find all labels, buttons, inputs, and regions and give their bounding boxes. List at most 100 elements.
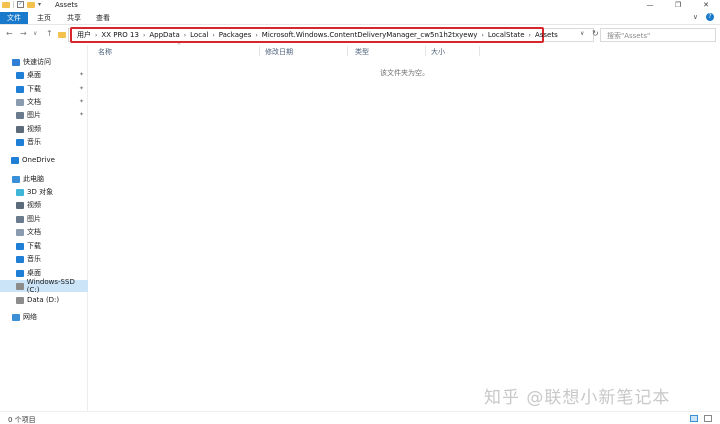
chevron-down-icon[interactable]: ∨ xyxy=(693,13,698,21)
search-box[interactable]: 搜索"Assets" xyxy=(600,28,716,42)
sidebar-item[interactable]: 视频 xyxy=(0,123,88,135)
computer-icon xyxy=(12,175,20,183)
breadcrumb-package[interactable]: Microsoft.Windows.ContentDeliveryManager… xyxy=(262,31,478,39)
breadcrumb-user-folder[interactable]: XX PRO 13 xyxy=(101,31,139,39)
refresh-icon[interactable]: ↻ xyxy=(592,29,599,38)
sidebar-item-label: 网络 xyxy=(23,313,37,321)
video-icon xyxy=(16,125,24,133)
details-view-icon[interactable] xyxy=(690,415,698,422)
search-input[interactable]: 搜索"Assets" xyxy=(607,31,650,41)
music-icon xyxy=(16,138,24,146)
close-button[interactable]: ✕ xyxy=(692,0,720,11)
sidebar-item[interactable]: 桌面 ✦ xyxy=(0,69,88,81)
download-icon xyxy=(16,242,24,250)
sidebar-item[interactable]: 此电脑 xyxy=(0,173,88,185)
music-icon xyxy=(16,255,24,263)
sidebar-item[interactable]: 图片 ✦ xyxy=(0,109,88,121)
breadcrumb-separator[interactable]: › xyxy=(184,32,186,39)
sidebar-item[interactable]: 文档 xyxy=(0,226,88,238)
sidebar-item-label: 快速访问 xyxy=(23,58,51,66)
sidebar-item-label: 桌面 xyxy=(27,71,41,79)
new-folder-icon[interactable] xyxy=(27,1,35,8)
breadcrumb-packages[interactable]: Packages xyxy=(219,31,252,39)
picture-icon xyxy=(16,111,24,119)
column-divider[interactable] xyxy=(425,46,426,56)
sidebar-item[interactable]: Windows-SSD (C:) xyxy=(0,278,88,294)
breadcrumb-separator[interactable]: › xyxy=(481,32,483,39)
large-icons-view-icon[interactable] xyxy=(704,415,712,422)
sidebar-item-label: 文档 xyxy=(27,98,41,106)
address-dropdown-icon[interactable]: ∨ xyxy=(580,30,584,37)
sidebar-item-label: 此电脑 xyxy=(23,175,44,183)
breadcrumb-users[interactable]: 用户 xyxy=(77,30,91,40)
sidebar-item[interactable]: 快速访问 xyxy=(0,56,88,68)
file-list: ^ 名称 修改日期 类型 大小 该文件夹为空。 xyxy=(89,43,720,411)
desktop-icon xyxy=(16,71,24,79)
breadcrumb-separator[interactable]: › xyxy=(529,32,531,39)
sidebar-item-label: 音乐 xyxy=(27,138,41,146)
picture-icon xyxy=(16,215,24,223)
ribbon-controls: ∨ ? xyxy=(693,13,714,21)
tab-share[interactable]: 共享 xyxy=(60,12,88,24)
breadcrumb-separator[interactable]: › xyxy=(255,32,257,39)
pin-icon[interactable]: ✦ xyxy=(79,85,84,92)
document-icon xyxy=(16,228,24,236)
sidebar-item-label: Data (D:) xyxy=(27,296,60,304)
sidebar-item[interactable]: 网络 xyxy=(0,311,88,323)
sidebar-item[interactable]: 视频 xyxy=(0,199,88,211)
item-count: 0 个项目 xyxy=(8,416,36,424)
divider xyxy=(13,1,14,8)
sidebar-item-label: 视频 xyxy=(27,125,41,133)
video-icon xyxy=(16,201,24,209)
star-icon xyxy=(12,58,20,66)
column-size[interactable]: 大小 xyxy=(431,47,445,57)
column-name[interactable]: 名称 xyxy=(98,47,112,57)
sidebar-item[interactable]: 音乐 xyxy=(0,253,88,265)
breadcrumb-separator[interactable]: › xyxy=(143,32,145,39)
forward-arrow-icon[interactable]: → xyxy=(20,29,27,38)
sidebar-item-label: 文档 xyxy=(27,228,41,236)
status-bar: 0 个项目 xyxy=(0,411,720,424)
column-divider[interactable] xyxy=(347,46,348,56)
sidebar-item[interactable]: 下载 xyxy=(0,240,88,252)
drive-icon xyxy=(16,282,24,290)
breadcrumb-assets[interactable]: Assets xyxy=(535,31,558,39)
column-divider[interactable] xyxy=(479,46,480,56)
breadcrumb-appdata[interactable]: AppData xyxy=(149,31,179,39)
pin-icon[interactable]: ✦ xyxy=(79,71,84,78)
download-icon xyxy=(16,85,24,93)
cloud-icon xyxy=(11,156,19,164)
column-divider[interactable] xyxy=(259,46,260,56)
restore-button[interactable]: ❐ xyxy=(664,0,692,11)
minimize-button[interactable]: — xyxy=(636,0,664,11)
up-arrow-icon[interactable]: ↑ xyxy=(46,29,53,38)
tab-view[interactable]: 查看 xyxy=(89,12,117,24)
tab-file[interactable]: 文件 xyxy=(0,12,28,24)
sidebar-item[interactable]: Data (D:) xyxy=(0,294,88,306)
sidebar-item[interactable]: 下载 ✦ xyxy=(0,83,88,95)
customize-dropdown-icon[interactable]: ▾ xyxy=(38,1,41,8)
breadcrumb-localstate[interactable]: LocalState xyxy=(488,31,525,39)
column-date-modified[interactable]: 修改日期 xyxy=(265,47,293,57)
recent-locations-icon[interactable]: ∨ xyxy=(33,30,37,37)
sidebar-item-label: 下载 xyxy=(27,242,41,250)
title-bar: ✓ ▾ Assets — ❐ ✕ xyxy=(0,0,720,11)
sidebar-item[interactable]: 图片 xyxy=(0,213,88,225)
pin-icon[interactable]: ✦ xyxy=(79,111,84,118)
breadcrumb-local[interactable]: Local xyxy=(190,31,208,39)
sidebar-item-label: 图片 xyxy=(27,111,41,119)
back-arrow-icon[interactable]: ← xyxy=(6,29,13,38)
sidebar-item-label: Windows-SSD (C:) xyxy=(26,278,75,294)
column-type[interactable]: 类型 xyxy=(355,47,369,57)
pin-icon[interactable]: ✦ xyxy=(79,98,84,105)
sidebar-item[interactable]: 音乐 xyxy=(0,136,88,148)
window-title: Assets xyxy=(55,1,78,9)
tab-home[interactable]: 主页 xyxy=(30,12,58,24)
sidebar-item[interactable]: 文档 ✦ xyxy=(0,96,88,108)
sidebar-item[interactable]: OneDrive xyxy=(0,154,88,166)
breadcrumb-separator[interactable]: › xyxy=(212,32,214,39)
help-icon[interactable]: ? xyxy=(706,13,714,21)
sidebar-item[interactable]: 3D 对象 xyxy=(0,186,88,198)
properties-check-icon[interactable]: ✓ xyxy=(17,1,24,8)
breadcrumb-separator[interactable]: › xyxy=(95,32,97,39)
